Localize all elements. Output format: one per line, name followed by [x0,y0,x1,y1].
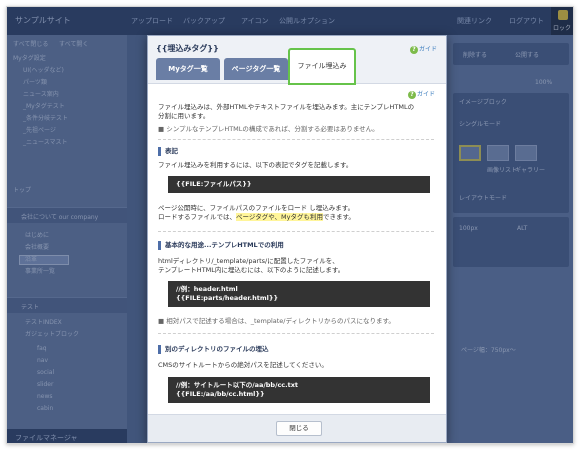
section-usage-text-1: htmlディレクトリ/_template/parts/に配置したファイルを、 [158,257,339,265]
code-block-notation: {{FILE:ファイルパス}} [168,176,430,193]
section-notation-text: ファイル埋込みを利用するには、以下の表記でタグを記載します。 [158,161,353,169]
close-button[interactable]: 閉じる [276,421,322,436]
code-text: {{FILE:ファイルパス}} [176,180,252,188]
section-usage-text-2: テンプレートHTML内に埋込むには、以下のように記述します。 [158,266,345,274]
guide-label: ガイド [419,46,438,53]
help-icon: ? [408,90,416,99]
code-line: //例：サイトルート以下の/aa/bb/cc.txt [176,381,299,389]
dialog-header: {{埋込みタグ}} ? ガイド Myタグ一覧 ページタグ一覧 ファイル埋込み [148,36,446,85]
section-notation-text-3: ロードするファイルでは、ページタグや、Myタグも利用できます。 [158,213,355,222]
code-line: //例：header.html [176,285,238,293]
intro-note: ■ シンプルなテンプレHTMLの構成であれば、分割する必要はありません。 [158,125,379,133]
section-other-dir-title: 別のディレクトリのファイルの埋込 [158,345,269,354]
code-block-usage: //例：header.html {{FILE:parts/header.html… [168,281,430,307]
intro-line-1: ファイル埋込みは、外部HTMLやテキストファイルを埋込みます。主にテンプレHTM… [158,103,415,111]
embed-tag-dialog: {{埋込みタグ}} ? ガイド Myタグ一覧 ページタグ一覧 ファイル埋込み ? ガ… [147,35,447,443]
section-notation-text-2: ページ公開時に、ファイルパスのファイルをロード し埋込みます。 [158,204,355,212]
code-line: {{FILE:/aa/bb/cc.html}} [176,390,265,398]
divider [158,333,434,334]
guide-link[interactable]: ? ガイド [410,44,437,54]
guide-label: ガイド [417,91,436,98]
dialog-body: ? ガイド ファイル埋込みは、外部HTMLやテキストファイルを埋込みます。主にテン… [148,85,446,413]
tab-page-tag-list[interactable]: ページタグ一覧 [224,58,288,80]
dialog-footer: 閉じる [148,414,446,442]
code-block-other-dir: //例：サイトルート以下の/aa/bb/cc.txt {{FILE:/aa/bb… [168,377,430,403]
divider [158,231,434,232]
dialog-title: {{埋込みタグ}} [156,44,219,53]
code-line: {{FILE:parts/header.html}} [176,294,279,302]
intro-line-2: 分割に用います。 [158,112,210,120]
guide-link-body[interactable]: ? ガイド [408,89,435,99]
text-fragment: ロードするファイルでは、 [158,213,236,221]
section-usage-title: 基本的な用途...テンプレHTMLでの利用 [158,241,284,250]
section-usage-note: ■ 相対パスで記述する場合は、_template/ディレクトリからのパスになりま… [158,317,395,325]
text-fragment: できます。 [323,213,355,221]
section-other-dir-text: CMSのサイトルートからの絶対パスを記述してください。 [158,361,328,369]
tab-mytag-list[interactable]: Myタグ一覧 [156,58,220,80]
app-window: サンプルサイト アップロード バックアップ アイコン 公開ルオプション 関連リン… [6,6,574,444]
highlighted-text: ページタグや、Myタグも利用 [236,213,323,221]
section-notation-title: 表記 [158,147,178,156]
help-icon: ? [410,45,418,54]
tab-file-embed[interactable]: ファイル埋込み [288,48,356,85]
divider [158,139,434,140]
